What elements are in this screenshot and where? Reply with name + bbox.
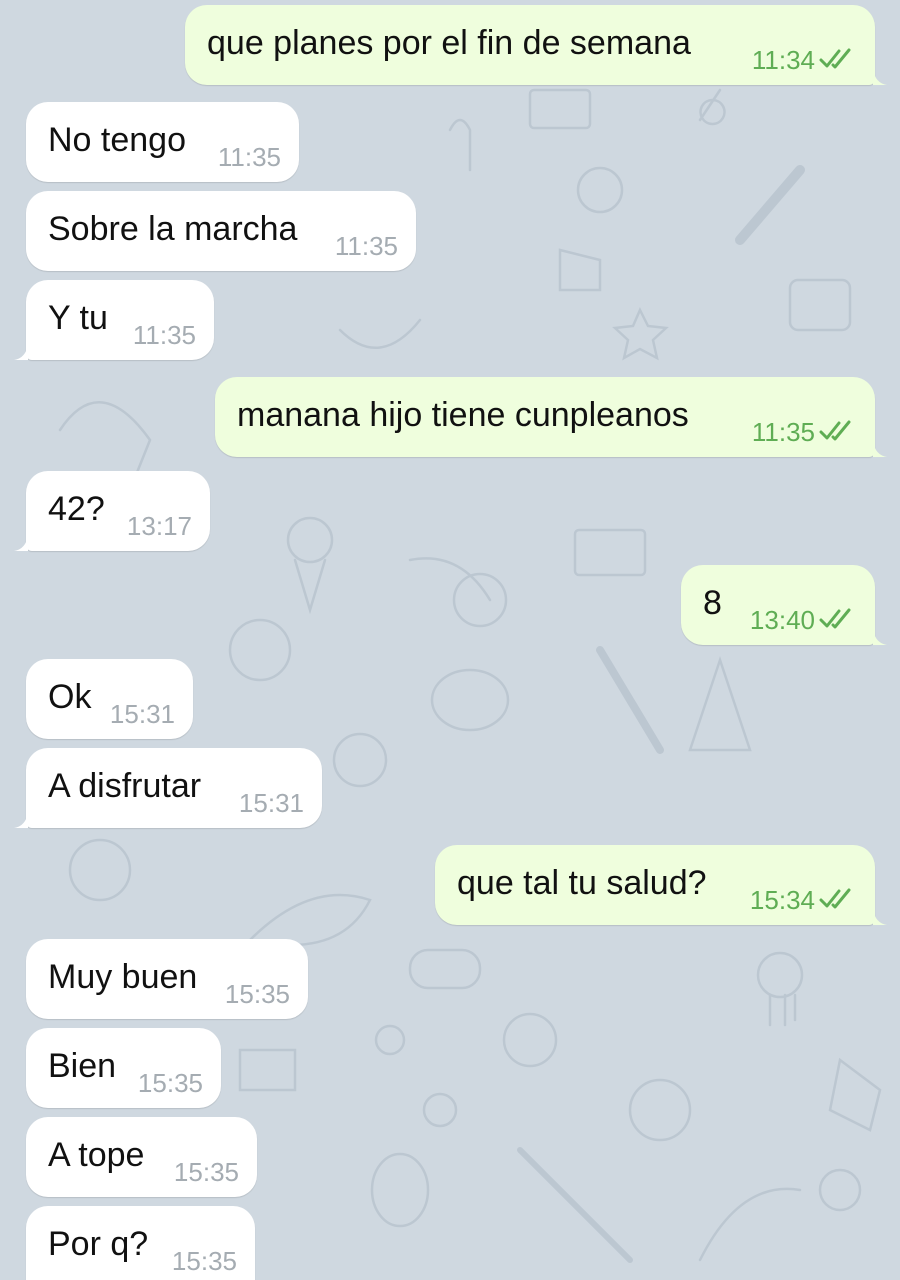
icecream-doodle: [286, 516, 334, 564]
note-doodle: [448, 118, 472, 172]
message-text: Bien: [48, 1047, 117, 1085]
message-text: 8: [703, 584, 722, 622]
leaf-doodle-2: [248, 893, 372, 947]
hamster-doodle: [228, 618, 292, 682]
message-time: 15:34: [749, 885, 815, 915]
tree-doodle: [688, 656, 752, 752]
message-time: 13:40: [749, 605, 815, 635]
message-text: manana hijo tiene cunpleanos: [237, 396, 689, 434]
message-text: que tal tu salud?: [457, 864, 707, 902]
sheep-doodle: [430, 668, 510, 732]
message-bubble-incoming[interactable]: Bien 15:35: [26, 1028, 221, 1108]
message-time: 15:35: [171, 1246, 237, 1276]
bubble-tail: [873, 69, 887, 85]
message-bubble-incoming[interactable]: Por q? 15:35: [26, 1206, 255, 1280]
pot-doodle: [558, 248, 602, 292]
carrot-doodle: [422, 1092, 458, 1128]
message-bubble-outgoing[interactable]: 8 13:40: [681, 565, 887, 645]
message-time: 11:35: [132, 320, 196, 350]
star-doodle: [612, 307, 669, 361]
duck-doodle: [374, 1024, 406, 1056]
message-time: 11:35: [217, 142, 281, 172]
bubble-tail: [14, 812, 28, 828]
cloud-doodle: [68, 838, 132, 902]
gamepad-doodle: [408, 948, 482, 990]
message-time: 15:35: [137, 1068, 203, 1098]
message-text: A tope: [48, 1136, 145, 1174]
bunny-doodle: [370, 1152, 430, 1228]
message-text: A disfrutar: [48, 767, 202, 805]
mug-doodle: [788, 278, 852, 332]
tomato-doodle: [502, 1012, 558, 1068]
message-bubble-incoming[interactable]: Muy buen 15:35: [26, 939, 308, 1019]
message-time: 15:35: [173, 1157, 239, 1187]
message-text: Sobre la marcha: [48, 210, 298, 248]
message-bubble-outgoing[interactable]: que tal tu salud? 15:34: [435, 845, 887, 925]
cloud-doodle-2: [628, 1078, 692, 1142]
bubble-tail: [14, 344, 28, 360]
bulb-doodle: [818, 1168, 862, 1212]
message-time: 11:35: [751, 417, 815, 447]
message-text: No tengo: [48, 121, 186, 159]
message-time: 15:31: [238, 788, 304, 818]
message-text: Y tu: [48, 299, 108, 337]
envelope-doodle: [528, 88, 592, 130]
message-text: que planes por el fin de semana: [207, 24, 691, 62]
pizza-doodle: [828, 1057, 882, 1132]
message-time: 15:35: [224, 979, 290, 1009]
leaf-doodle: [408, 557, 492, 602]
message-text: 42?: [48, 490, 105, 528]
message-bubble-incoming[interactable]: No tengo 11:35: [26, 102, 299, 182]
double-check-icon: [819, 888, 851, 909]
jellyfish-doodle: [756, 951, 804, 999]
message-bubble-incoming[interactable]: Y tu 11:35: [14, 280, 214, 360]
message-text: Por q?: [48, 1225, 149, 1263]
message-bubble-incoming[interactable]: 42? 13:17: [14, 471, 210, 551]
umbrella-doodle: [596, 646, 664, 754]
bubble-tail: [873, 629, 887, 645]
ball-doodle: [452, 572, 508, 628]
lollipop-doodle: [698, 88, 726, 126]
tennis-doodle: [698, 1187, 802, 1262]
flower-doodle: [576, 166, 624, 214]
rocket-doodle: [517, 1147, 633, 1263]
message-bubble-incoming[interactable]: Sobre la marcha 11:35: [26, 191, 416, 271]
glasses-doodle: [332, 732, 388, 788]
message-text: Muy buen: [48, 958, 198, 996]
bubble-tail: [873, 441, 887, 457]
message-bubble-incoming[interactable]: Ok 15:31: [26, 659, 193, 739]
message-time: 11:34: [751, 45, 815, 75]
double-check-icon: [819, 608, 851, 629]
message-text: Ok: [48, 678, 92, 716]
banana-doodle: [338, 318, 422, 350]
envelope-doodle-2: [573, 528, 647, 577]
message-time: 11:35: [334, 231, 398, 261]
message-bubble-incoming[interactable]: A tope 15:35: [26, 1117, 257, 1197]
message-bubble-outgoing[interactable]: manana hijo tiene cunpleanos 11:35: [215, 377, 887, 457]
message-time: 15:31: [109, 699, 175, 729]
double-check-icon: [819, 420, 851, 441]
double-check-icon: [819, 48, 851, 69]
candle-doodle: [735, 165, 805, 245]
message-bubble-outgoing[interactable]: que planes por el fin de semana 11:34: [185, 5, 887, 85]
bubble-tail: [873, 909, 887, 925]
envelope-doodle-3: [238, 1048, 297, 1092]
message-time: 13:17: [126, 511, 192, 541]
message-bubble-incoming[interactable]: A disfrutar 15:31: [14, 748, 322, 828]
bubble-tail: [14, 535, 28, 551]
